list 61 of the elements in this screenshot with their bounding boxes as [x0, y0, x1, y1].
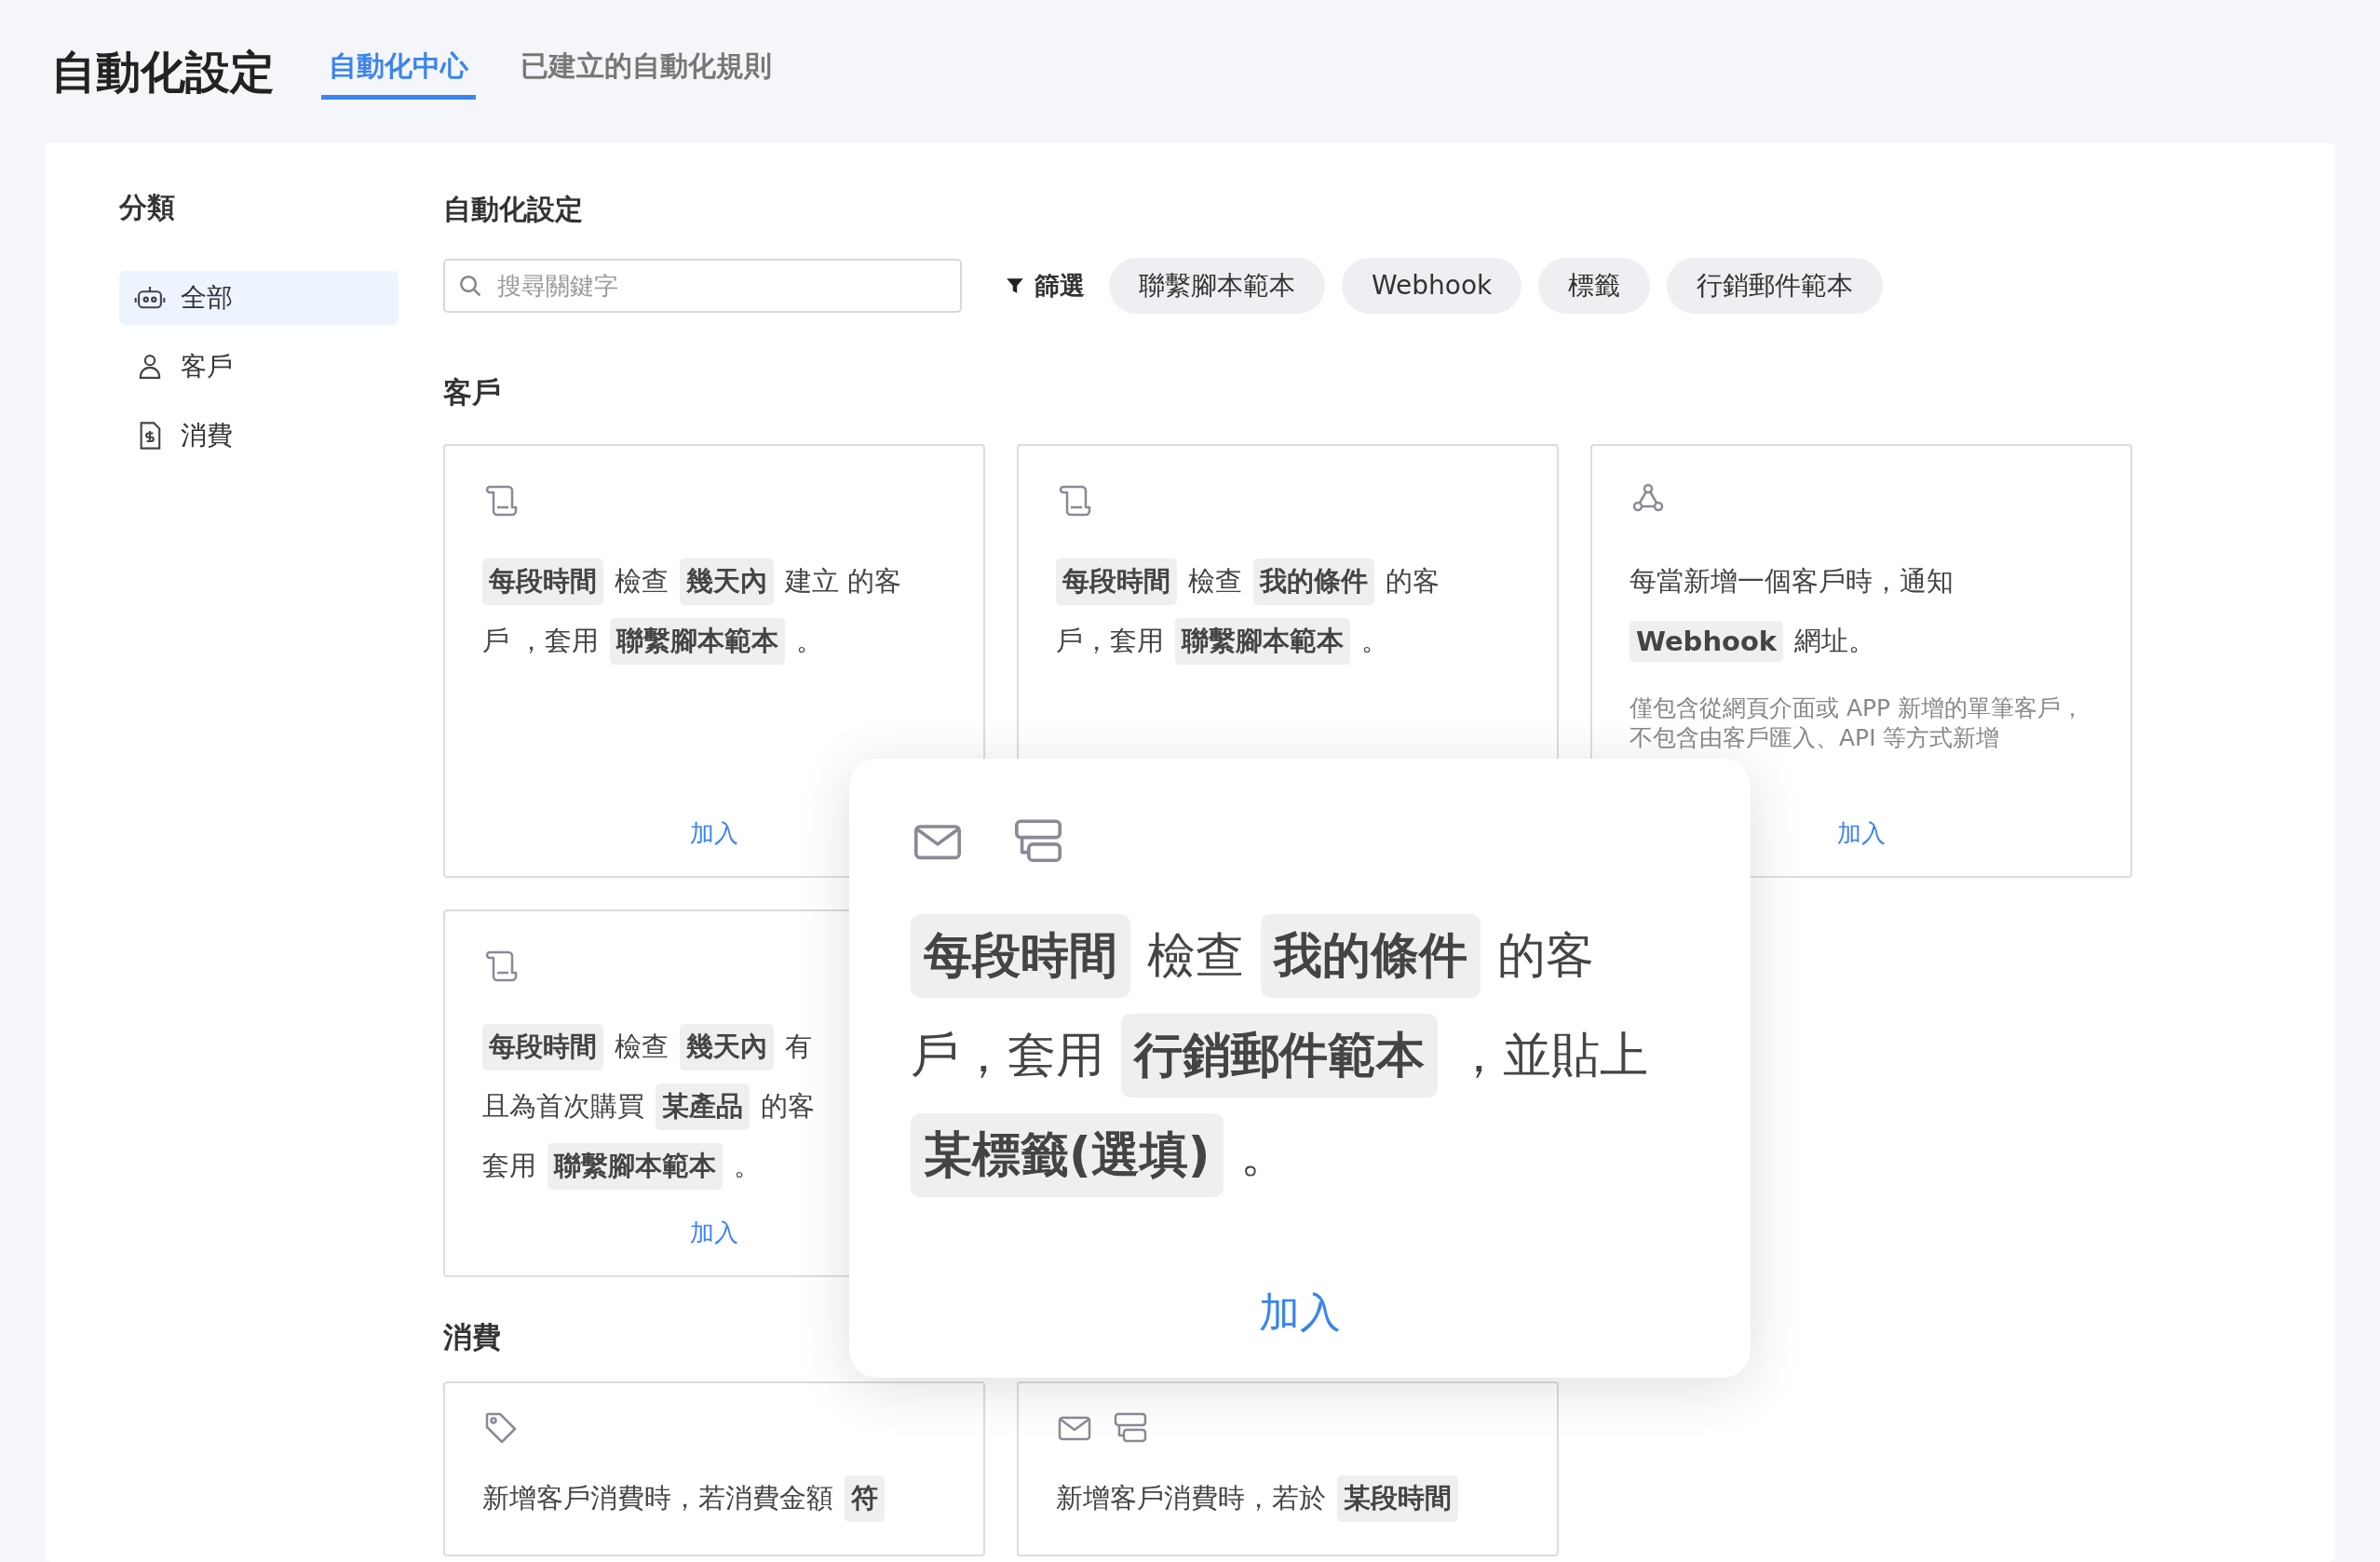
- search-icon: [458, 274, 482, 298]
- add-link[interactable]: 加入: [690, 799, 738, 850]
- page-title: 自動化設定: [51, 45, 275, 100]
- sidebar-title: 分類: [119, 190, 176, 225]
- sidebar-item[interactable]: 全部: [119, 271, 399, 325]
- rule-text: 有: [785, 1030, 812, 1064]
- rule-text: 檢查: [615, 564, 669, 599]
- rule-token: 某段時間: [1337, 1475, 1458, 1522]
- sidebar-item[interactable]: 消費: [119, 409, 399, 463]
- rule-text: 的客: [1386, 564, 1440, 599]
- rule-text: 戶，套用: [911, 1025, 1104, 1084]
- rule-text: 新增客戶消費時，若於: [1056, 1481, 1326, 1515]
- rule-text: 戶 ，套用: [482, 624, 600, 658]
- section-heading: 消費: [443, 1319, 502, 1355]
- rule-token: 聯繫腳本範本: [610, 618, 786, 665]
- rule-text: 網址。: [1794, 624, 1876, 658]
- rule-token: 每段時間: [482, 1024, 603, 1071]
- rule-text: 且為首次購買: [482, 1089, 644, 1124]
- rule-text: 每當新增一個客戶時，通知: [1629, 564, 1954, 599]
- search-field[interactable]: 搜尋關鍵字: [443, 259, 962, 313]
- rule-token: 符: [845, 1475, 885, 1522]
- rule-token: 行銷郵件範本: [1121, 1013, 1438, 1097]
- sidebar-item[interactable]: 客戶: [119, 340, 399, 394]
- rule-text: 檢查: [1188, 564, 1242, 599]
- rule-token: 我的條件: [1253, 559, 1374, 605]
- rule-token: Webhook: [1629, 621, 1784, 662]
- rule-token: 每段時間: [911, 913, 1130, 998]
- rule-token: 幾天內: [680, 559, 774, 605]
- rule-text: 。: [796, 624, 824, 658]
- rule-text: 。: [1361, 624, 1388, 658]
- rule-text: ，並貼上: [1454, 1025, 1648, 1084]
- rule-text: 的客: [761, 1089, 815, 1124]
- rule-text: 戶，套用: [1056, 624, 1164, 658]
- section-title: 自動化設定: [443, 192, 584, 227]
- rule-text: 的客: [1497, 925, 1594, 985]
- note-text: 僅包含從網頁介面或 APP 新增的單筆客戶，不包含由客戶匯入、API 等方式新增: [1629, 693, 2086, 753]
- tab[interactable]: 已建立的自動化規則: [513, 47, 779, 100]
- rule-token: 聯繫腳本範本: [1175, 618, 1350, 665]
- rule-text: 檢查: [1147, 925, 1244, 985]
- filter-button[interactable]: 篩選: [1005, 269, 1085, 303]
- rule-token: 某產品: [656, 1084, 750, 1130]
- rule-text: 。: [734, 1149, 761, 1183]
- filter-chip[interactable]: Webhook: [1342, 258, 1522, 314]
- rule-token: 幾天內: [680, 1024, 774, 1071]
- rule-token: 每段時間: [1056, 559, 1177, 605]
- rule-text: 套用: [482, 1149, 536, 1183]
- add-link[interactable]: 加入: [1837, 799, 1886, 850]
- rule-token: 聯繫腳本範本: [548, 1143, 723, 1190]
- rule-text: 檢查: [615, 1030, 669, 1064]
- rule-token: 我的條件: [1261, 913, 1481, 998]
- rule-text: 。: [1239, 1124, 1289, 1184]
- filter-chip[interactable]: 行銷郵件範本: [1667, 258, 1884, 314]
- rule-token: 每段時間: [482, 559, 603, 605]
- rule-token: 某標籤(選填): [911, 1112, 1224, 1197]
- filter-chip[interactable]: 標籤: [1538, 258, 1651, 314]
- filter-chip[interactable]: 聯繫腳本範本: [1109, 258, 1325, 314]
- rule-text: 新增客戶消費時，若消費金額: [482, 1481, 833, 1515]
- add-link[interactable]: 加入: [1259, 1286, 1341, 1340]
- add-link[interactable]: 加入: [690, 1198, 738, 1249]
- section-heading: 客戶: [443, 374, 502, 411]
- rule-text: 建立 的客: [785, 564, 902, 599]
